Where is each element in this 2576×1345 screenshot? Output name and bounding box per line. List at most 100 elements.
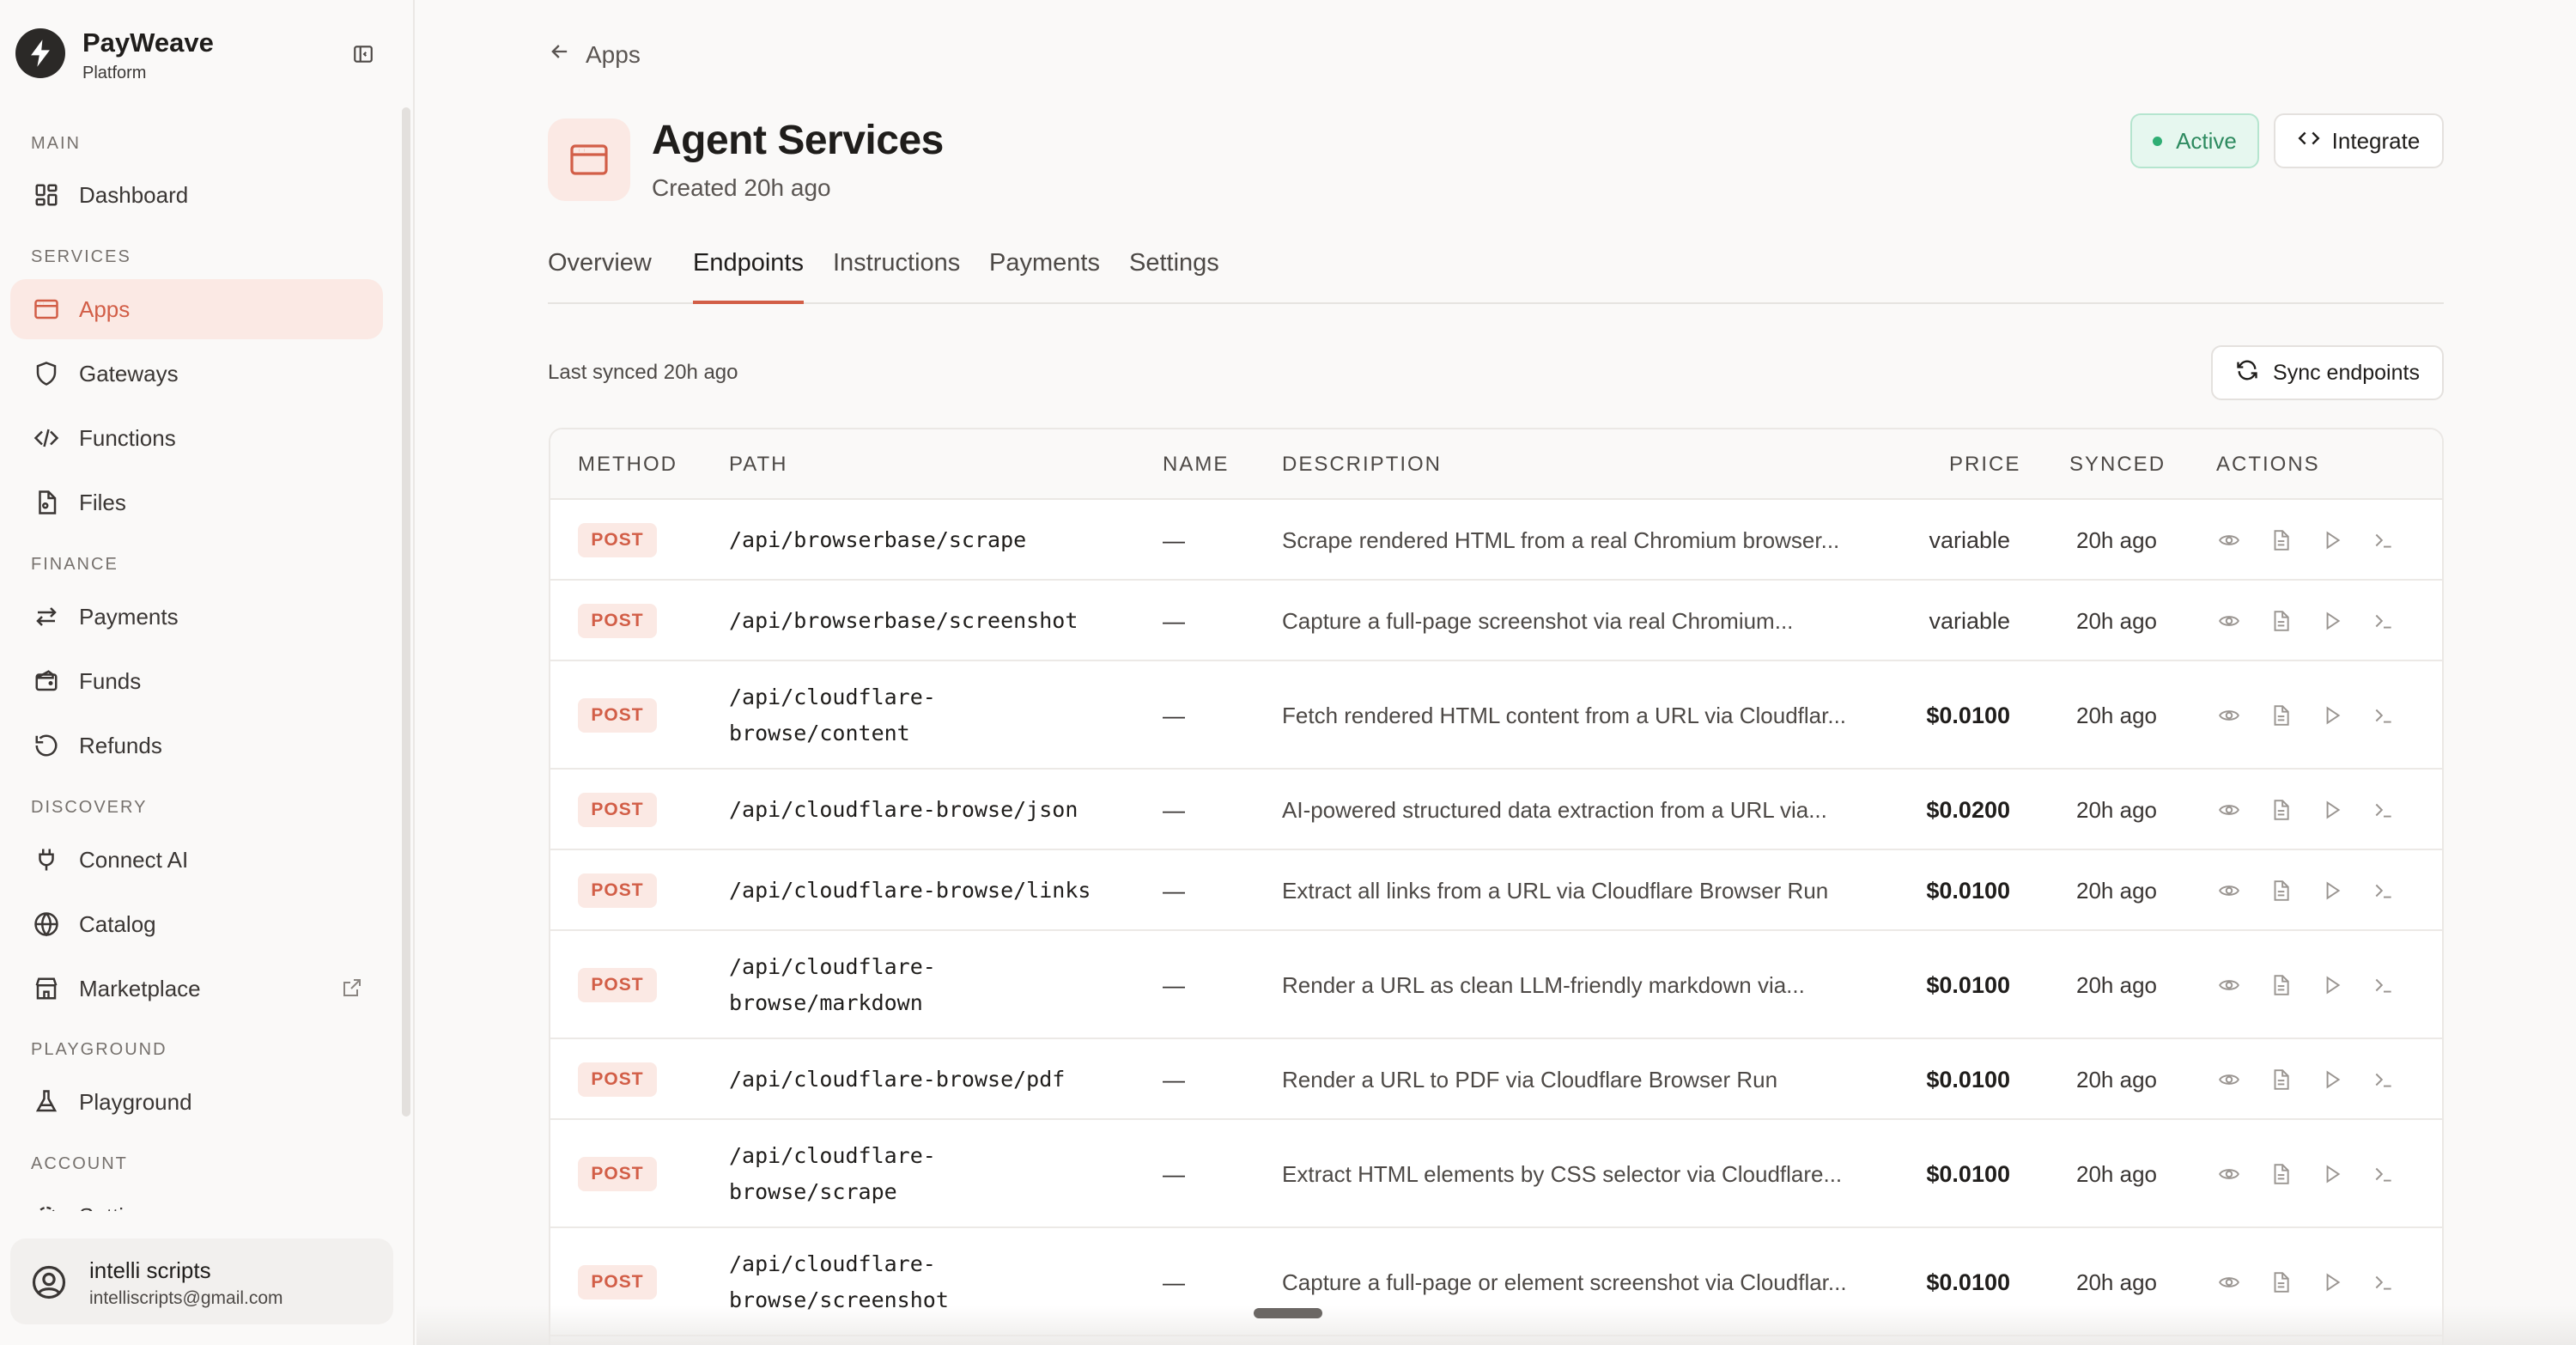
endpoint-name: — (1163, 703, 1185, 728)
table-row[interactable]: POST/api/cloudflare-browse/markdown — Rend… (550, 931, 2442, 1039)
endpoint-synced: 20h ago (2076, 1161, 2157, 1187)
sidebar-item-functions[interactable]: Functions (10, 408, 383, 468)
sidebar-item-marketplace[interactable]: Marketplace (10, 959, 383, 1019)
method-badge: POST (578, 1157, 657, 1191)
tab-payments[interactable]: Payments (989, 249, 1100, 302)
table-row[interactable]: POST/api/cloudflare-browse/content — Fetch… (550, 661, 2442, 770)
user-name: intelli scripts (89, 1257, 211, 1283)
wallet-icon (31, 666, 62, 697)
endpoint-path: /api/cloudflare-browse/markdown (729, 949, 936, 1021)
endpoint-path: /api/cloudflare-browse/pdf (729, 1062, 1065, 1098)
endpoint-description: AI-powered structured data extraction fr… (1282, 797, 1827, 823)
column-header-name: NAME (1163, 453, 1230, 476)
doc-icon[interactable] (2269, 698, 2321, 733)
eye-icon[interactable] (2218, 873, 2269, 908)
section-label-services: SERVICES (31, 247, 131, 266)
sidebar-item-settings[interactable]: Settings (10, 1186, 383, 1211)
eye-icon[interactable] (2218, 1265, 2269, 1299)
brand[interactable]: PayWeave Platform (15, 26, 402, 82)
table-row[interactable]: POST/api/browserbase/scrape — Scrape rende… (550, 500, 2442, 581)
endpoint-price: variable (1929, 608, 2010, 634)
endpoint-path-line: browse/markdown (729, 990, 923, 1015)
row-actions (2218, 1062, 2424, 1097)
play-icon[interactable] (2321, 1157, 2372, 1191)
gear-icon (31, 1201, 62, 1211)
endpoint-description: Extract HTML elements by CSS selector vi… (1282, 1161, 1843, 1187)
sidebar-item-dashboard[interactable]: Dashboard (10, 165, 383, 225)
doc-icon[interactable] (2269, 1265, 2321, 1299)
terminal-icon[interactable] (2372, 604, 2424, 638)
play-icon[interactable] (2321, 793, 2372, 827)
sidebar-item-gateways[interactable]: Gateways (10, 344, 383, 404)
sync-endpoints-button[interactable]: Sync endpoints (2211, 345, 2444, 400)
sidebar-item-apps[interactable]: Apps (10, 279, 383, 339)
play-icon[interactable] (2321, 604, 2372, 638)
tab-endpoints[interactable]: Endpoints (693, 249, 804, 304)
play-icon[interactable] (2321, 1265, 2372, 1299)
tab-overview[interactable]: Overview (548, 249, 652, 302)
tab-instructions[interactable]: Instructions (833, 249, 960, 302)
sidebar-item-payments[interactable]: Payments (10, 587, 383, 647)
created-timestamp: Created 20h ago (652, 174, 831, 201)
doc-icon[interactable] (2269, 968, 2321, 1002)
eye-icon[interactable] (2218, 604, 2269, 638)
sidebar-item-files[interactable]: Files (10, 472, 383, 533)
tab-bar: Overview Endpoints Instructions Payments… (548, 249, 2444, 304)
sidebar-collapse-icon[interactable] (346, 37, 380, 71)
row-actions (2218, 698, 2424, 733)
terminal-icon[interactable] (2372, 873, 2424, 908)
endpoint-name: — (1163, 1161, 1185, 1187)
doc-icon[interactable] (2269, 793, 2321, 827)
table-row[interactable]: POST/api/cloudflare-browse/scrape — Extrac… (550, 1120, 2442, 1228)
play-icon[interactable] (2321, 523, 2372, 557)
integrate-button[interactable]: Integrate (2274, 113, 2444, 168)
doc-icon[interactable] (2269, 1157, 2321, 1191)
endpoint-description: Capture a full-page screenshot via real … (1282, 608, 1794, 634)
sidebar-item-catalog[interactable]: Catalog (10, 894, 383, 954)
doc-icon[interactable] (2269, 523, 2321, 557)
eye-icon[interactable] (2218, 1157, 2269, 1191)
doc-icon[interactable] (2269, 604, 2321, 638)
user-card[interactable]: intelli scripts intelliscripts@gmail.com (10, 1238, 393, 1324)
back-link[interactable]: Apps (548, 40, 641, 70)
eye-icon[interactable] (2218, 968, 2269, 1002)
terminal-icon[interactable] (2372, 1265, 2424, 1299)
eye-icon[interactable] (2218, 1062, 2269, 1097)
eye-icon[interactable] (2218, 698, 2269, 733)
method-badge: POST (578, 1062, 657, 1097)
doc-icon[interactable] (2269, 1062, 2321, 1097)
section-label-discovery: DISCOVERY (31, 798, 148, 817)
endpoint-path: /api/browserbase/screenshot (729, 603, 1078, 639)
terminal-icon[interactable] (2372, 793, 2424, 827)
terminal-icon[interactable] (2372, 523, 2424, 557)
terminal-icon[interactable] (2372, 1157, 2424, 1191)
eye-icon[interactable] (2218, 523, 2269, 557)
table-row[interactable]: POST/api/cloudflare-browse/pdf — Render a … (550, 1039, 2442, 1120)
method-badge: POST (578, 1265, 657, 1299)
terminal-icon[interactable] (2372, 1062, 2424, 1097)
table-row[interactable]: POST/api/browserbase/screenshot — Capture … (550, 581, 2442, 661)
method-badge: POST (578, 604, 657, 638)
table-row[interactable]: POST/api/cloudflare-browse/links — Extract… (550, 850, 2442, 931)
play-icon[interactable] (2321, 873, 2372, 908)
doc-icon[interactable] (2269, 873, 2321, 908)
page-scroll-handle[interactable] (1254, 1308, 1322, 1318)
table-row[interactable]: POST/api/cloudflare-browse/json — AI-power… (550, 770, 2442, 850)
play-icon[interactable] (2321, 1062, 2372, 1097)
tab-settings[interactable]: Settings (1129, 249, 1219, 302)
play-icon[interactable] (2321, 698, 2372, 733)
file-icon (31, 487, 62, 518)
sidebar-item-label: Refunds (79, 732, 162, 758)
terminal-icon[interactable] (2372, 968, 2424, 1002)
eye-icon[interactable] (2218, 793, 2269, 827)
terminal-icon[interactable] (2372, 698, 2424, 733)
endpoint-path-line: /api/browserbase/screenshot (729, 608, 1078, 633)
play-icon[interactable] (2321, 968, 2372, 1002)
table-row[interactable]: POST/api/cloudflare-browse/screenshot — Ca… (550, 1228, 2442, 1336)
sidebar-item-playground[interactable]: Playground (10, 1072, 383, 1132)
sidebar-item-connect-ai[interactable]: Connect AI (10, 830, 383, 890)
back-label: Apps (586, 40, 641, 68)
endpoint-path: /api/cloudflare-browse/content (729, 679, 936, 752)
sidebar-item-refunds[interactable]: Refunds (10, 715, 383, 776)
sidebar-item-funds[interactable]: Funds (10, 651, 383, 711)
